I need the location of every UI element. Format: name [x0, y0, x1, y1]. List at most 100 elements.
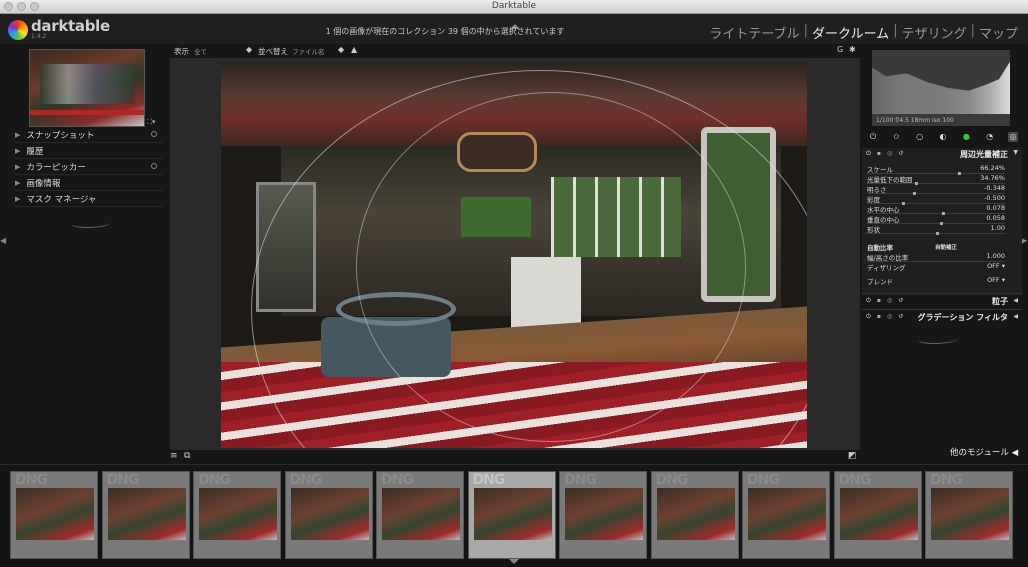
nav-thumb-windows: [40, 64, 134, 104]
sort-chevron-icon[interactable]: ◆: [338, 45, 344, 54]
filmstrip-thumbnail[interactable]: DNG: [10, 471, 98, 559]
left-module[interactable]: ▶ カラーピッカー: [15, 160, 163, 175]
blend-dropdown[interactable]: ブレンド OFF ▾: [867, 276, 1005, 286]
module-header-icons[interactable]: ⏻ ▪ ◎ ↺: [866, 297, 905, 305]
left-module-label: スナップショット: [26, 131, 95, 141]
filmstrip-thumbnail[interactable]: DNG: [467, 471, 556, 559]
left-module[interactable]: ▶ マスク マネージャ: [15, 192, 163, 207]
collapse-triangle-icon[interactable]: ▼: [1013, 149, 1018, 156]
star-icon[interactable]: ✩: [891, 132, 901, 142]
thumbnail-image: [931, 488, 1009, 540]
sort-dropdown[interactable]: ファイル名: [292, 46, 325, 56]
vignette-module: ⏻ ▪ ◎ ↺ 周辺光量補正 ▼ スケール 66.24% 光量低下の範囲 34.76%…: [862, 148, 1022, 295]
file-extension-label: DNG: [381, 472, 414, 488]
vignette-center-handle[interactable]: [531, 262, 539, 270]
vignette-param-slider[interactable]: 形状 1.00: [867, 224, 1005, 235]
module-header[interactable]: ⏻ ▪ ◎ ↺ グラデーション フィルタ ◀: [862, 309, 1022, 323]
app-name: darktable: [31, 17, 110, 35]
left-module-label: 履歴: [26, 147, 44, 157]
module-header[interactable]: ⏻ ▪ ◎ ↺ 粒子 ◀: [862, 293, 1022, 307]
selection-info: 1 個の画像が現在のコレクション 39 個の中から選択されています: [325, 27, 565, 36]
circle-icon[interactable]: ○: [915, 132, 925, 142]
filmstrip-thumbnail[interactable]: DNG: [193, 471, 281, 559]
param-label: スケール: [867, 166, 893, 174]
collapse-left-panel-arrow-icon[interactable]: ◀: [0, 236, 6, 245]
view-tab[interactable]: ライトテーブル: [709, 23, 799, 42]
param-label: 明るさ: [867, 186, 887, 194]
aspect-ratio-slider[interactable]: 幅/高さの比率 1.000: [867, 252, 1005, 262]
show-filter-chevron-icon[interactable]: ◆: [246, 45, 252, 54]
vignette-inner-handle[interactable]: [356, 92, 746, 442]
navigation-thumbnail[interactable]: [29, 49, 145, 127]
presets-menu-icon[interactable]: ≡: [170, 451, 178, 461]
nav-thumb-stripe: [30, 110, 144, 115]
module-header-icons[interactable]: ⏻ ▪ ◎ ↺: [866, 150, 905, 158]
param-value: 66.24%: [980, 164, 1005, 172]
expand-triangle-icon: ▶: [15, 179, 21, 187]
left-module[interactable]: ▶ 履歴: [15, 144, 163, 159]
overexposure-toggle-icon[interactable]: ◩: [848, 451, 857, 461]
sort-direction-arrow-up-icon[interactable]: ▲: [351, 45, 357, 54]
view-tab[interactable]: ダークルーム: [812, 23, 889, 42]
sort-label: 並べ替え: [258, 47, 288, 56]
filmstrip-thumbnail[interactable]: DNG: [650, 471, 739, 559]
main-photo[interactable]: [221, 62, 807, 448]
color-circle-icon[interactable]: ◐: [938, 132, 948, 142]
grouping-g-icon[interactable]: G: [837, 45, 843, 54]
vignette-param-slider[interactable]: 彩度 -0.500: [867, 194, 1005, 205]
vignette-param-slider[interactable]: 水平の中心 0.078: [867, 204, 1005, 215]
param-value: 1.00: [990, 224, 1005, 232]
effect-icon[interactable]: ◎: [1007, 132, 1018, 142]
filmstrip-thumbnail[interactable]: DNG: [833, 471, 922, 559]
collapse-filmstrip-arrow-icon[interactable]: [509, 559, 519, 564]
aperture-logo-icon: [8, 19, 28, 40]
vignette-param-slider[interactable]: 明るさ -0.348: [867, 184, 1005, 195]
view-switcher: ライトテーブル | ダークルーム | テザリング | マップ: [709, 23, 1018, 42]
file-extension-label: DNG: [564, 472, 597, 488]
file-extension-label: DNG: [838, 472, 872, 488]
module-header-icons[interactable]: ⏻ ▪ ◎ ↺: [866, 313, 905, 321]
view-separator: |: [970, 23, 975, 38]
param-value: 0.058: [986, 214, 1005, 222]
center-image-area: [170, 58, 860, 450]
filmstrip-thumbnail[interactable]: DNG: [559, 471, 647, 559]
thumbnail-image: [290, 488, 369, 540]
filmstrip-thumbnail[interactable]: DNG: [925, 471, 1013, 559]
green-circle-icon[interactable]: ●: [961, 132, 971, 142]
histogram[interactable]: 1/100 f/4.5 18mm iso 100: [872, 50, 1010, 126]
file-extension-label: DNG: [472, 472, 506, 488]
left-module[interactable]: ▶ 画像情報: [15, 176, 163, 191]
param-label: 垂直の中心: [867, 216, 900, 224]
bottom-toolbar: ≡ ⧉ ◩: [170, 450, 860, 464]
show-filter-dropdown[interactable]: 全て: [194, 46, 207, 56]
curve-icon[interactable]: ◔: [985, 132, 995, 142]
vignette-param-slider[interactable]: スケール 66.24%: [867, 164, 1005, 175]
view-tab[interactable]: マップ: [979, 23, 1018, 42]
dithering-dropdown[interactable]: ディザリング OFF ▾: [867, 262, 1005, 272]
app-logo: darktable 1.4.2: [8, 19, 110, 40]
param-label: 水平の中心: [867, 206, 900, 214]
vignette-param-slider[interactable]: 光量低下の範囲 34.76%: [867, 174, 1005, 185]
vignette-param-slider[interactable]: 垂直の中心 0.058: [867, 214, 1005, 225]
expand-triangle-icon: ▶: [15, 163, 21, 171]
power-icon[interactable]: ⏻: [868, 132, 878, 142]
styles-icon[interactable]: ⧉: [184, 451, 190, 461]
expand-triangle-icon[interactable]: ◀: [1013, 313, 1018, 320]
module-options-icon[interactable]: [151, 131, 157, 137]
view-tab[interactable]: テザリング: [902, 23, 967, 42]
left-module[interactable]: ▶ スナップショット: [15, 128, 163, 143]
preferences-gear-icon[interactable]: ✱: [849, 45, 856, 54]
filmstrip-thumbnail[interactable]: DNG: [376, 471, 464, 559]
zoom-level[interactable]: ⛶▾: [147, 118, 155, 127]
filmstrip-thumbnail[interactable]: DNG: [101, 471, 190, 559]
expand-triangle-icon[interactable]: ◀: [1013, 297, 1018, 304]
filmstrip-thumbnail[interactable]: DNG: [284, 471, 373, 559]
vignette-header[interactable]: ⏻ ▪ ◎ ↺ 周辺光量補正 ▼: [862, 148, 1022, 160]
left-module-label: マスク マネージャ: [26, 195, 97, 205]
module-options-icon[interactable]: [151, 163, 157, 169]
filmstrip-thumbnail[interactable]: DNG: [742, 471, 830, 559]
param-label: 光量低下の範囲: [867, 176, 913, 184]
auto-ratio-button[interactable]: 自動補正: [935, 243, 957, 251]
more-modules-button[interactable]: 他のモジュール ◀: [950, 446, 1018, 458]
thumbnail-image: [382, 488, 460, 540]
